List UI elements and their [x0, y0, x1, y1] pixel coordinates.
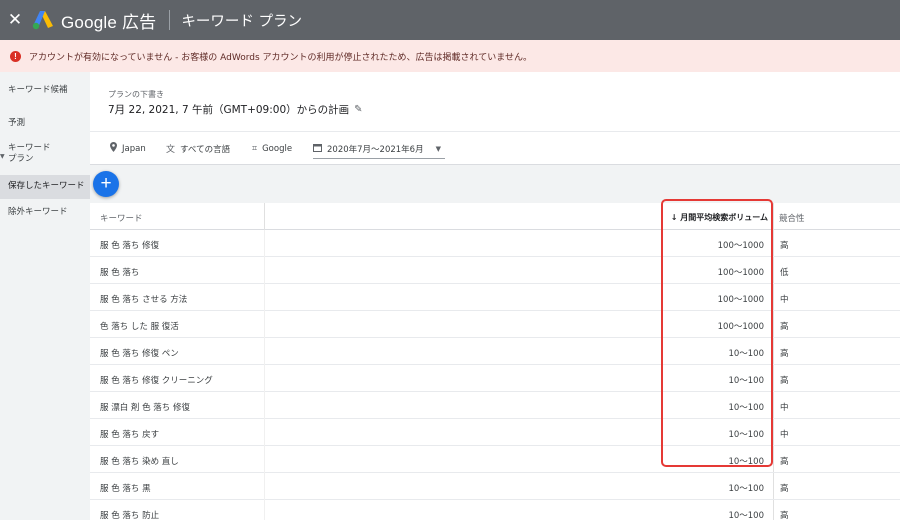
google-ads-logo [32, 10, 54, 30]
title-divider [169, 10, 171, 30]
keyword-table: キーワード ↓ 月間平均検索ボリューム 競合性 服 色 落ち 修復 100～100… [90, 203, 900, 520]
keyword-cell: 服 色 落ち 修復 クリーニング [100, 376, 213, 386]
column-divider [264, 257, 265, 284]
competition-cell: 高 [780, 376, 789, 386]
toolbar-band [90, 165, 900, 203]
keyword-cell: 服 色 落ち 修復 [100, 241, 160, 251]
column-divider [264, 338, 265, 365]
table-row[interactable]: 服 色 落ち 染め 直し 10～100 高 [90, 446, 900, 473]
brand-name: Google 広告 [61, 12, 157, 32]
error-icon: ! [10, 50, 21, 62]
column-divider [264, 284, 265, 311]
volume-cell: 100～1000 [717, 322, 764, 332]
calendar-icon [313, 143, 322, 155]
competition-cell: 低 [780, 268, 789, 278]
table-body: 服 色 落ち 修復 100～1000 高服 色 落ち 100～1000 低服 色 落ち … [90, 230, 900, 520]
table-row[interactable]: 服 色 落ち 防止 10～100 高 [90, 500, 900, 520]
column-divider [264, 230, 265, 257]
competition-cell: 高 [780, 484, 789, 494]
plan-title-row: 7月 22, 2021, 7 午前（GMT+09:00）からの計画 ✎ [108, 102, 363, 117]
competition-cell: 中 [780, 403, 789, 413]
location-pin-icon [110, 142, 117, 155]
table-row[interactable]: 服 色 落ち 100～1000 低 [90, 257, 900, 284]
column-divider [264, 392, 265, 419]
account-alert-banner: ! アカウントが有効になっていません - お客様の AdWords アカウントの… [0, 40, 900, 72]
table-header: キーワード ↓ 月間平均検索ボリューム 競合性 [90, 203, 900, 230]
alert-message: アカウントが有効になっていません - お客様の AdWords アカウントの利用… [29, 52, 532, 63]
plan-title: 7月 22, 2021, 7 午前（GMT+09:00）からの計画 [108, 104, 350, 116]
competition-cell: 中 [780, 430, 789, 440]
column-divider [264, 473, 265, 500]
volume-cell: 10～100 [728, 457, 764, 467]
sidebar-item-keyword-ideas[interactable]: キーワード候補 [0, 85, 90, 96]
keyword-cell: 服 色 落ち 修復 ペン [100, 349, 179, 359]
table-row[interactable]: 服 色 落ち 修復 クリーニング 10～100 高 [90, 365, 900, 392]
edit-pencil-icon[interactable]: ✎ [354, 104, 362, 115]
competition-cell: 高 [780, 457, 789, 467]
network-filter[interactable]: ⌗ Google [252, 132, 292, 165]
competition-cell: 中 [780, 295, 789, 305]
competition-cell: 高 [780, 322, 789, 332]
keyword-cell: 服 色 落ち 戻す [100, 430, 160, 440]
sidebar-item-negative-keywords[interactable]: 除外キーワード [0, 207, 90, 218]
column-header-competition[interactable]: 競合性 [779, 212, 805, 224]
table-row[interactable]: 服 色 落ち 修復 ペン 10～100 高 [90, 338, 900, 365]
date-range-selector[interactable]: 2020年7月～2021年6月 ▼ [313, 139, 445, 159]
competition-cell: 高 [780, 349, 789, 359]
sidebar: キーワード候補 予測 ▼ キーワード プラン 保存したキーワード 除外キーワード [0, 72, 90, 520]
table-row[interactable]: 色 落ち した 服 復活 100～1000 高 [90, 311, 900, 338]
volume-cell: 10～100 [728, 430, 764, 440]
sidebar-item-forecast[interactable]: 予測 [0, 118, 90, 129]
app-bar: ✕ Google 広告 キーワード プラン [0, 0, 900, 40]
page-title: キーワード プラン [181, 13, 302, 30]
keyword-cell: 服 色 落ち [100, 268, 140, 278]
column-divider [264, 203, 265, 230]
volume-cell: 10～100 [728, 376, 764, 386]
column-divider [264, 419, 265, 446]
volume-cell: 100～1000 [717, 268, 764, 278]
table-row[interactable]: 服 漂白 剤 色 落ち 修復 10～100 中 [90, 392, 900, 419]
location-label: Japan [122, 143, 146, 154]
keyword-cell: 服 色 落ち 防止 [100, 511, 160, 520]
sidebar-item-keyword-plan[interactable]: キーワード プラン [0, 143, 90, 165]
volume-cell: 100～1000 [717, 295, 764, 305]
date-range-label: 2020年7月～2021年6月 [327, 144, 424, 155]
language-label: すべての言語 [180, 144, 231, 155]
competition-cell: 高 [780, 241, 789, 251]
keyword-cell: 服 漂白 剤 色 落ち 修復 [100, 403, 191, 413]
keyword-cell: 色 落ち した 服 復活 [100, 322, 179, 332]
plan-header: プランの下書き 7月 22, 2021, 7 午前（GMT+09:00）からの計… [90, 72, 900, 132]
column-header-keyword[interactable]: キーワード [100, 212, 143, 224]
language-filter[interactable]: 文 すべての言語 [166, 132, 230, 165]
volume-cell: 100～1000 [717, 241, 764, 251]
table-row[interactable]: 服 色 落ち 戻す 10～100 中 [90, 419, 900, 446]
dropdown-arrow-icon: ▼ [435, 144, 441, 153]
table-row[interactable]: 服 色 落ち させる 方法 100～1000 中 [90, 284, 900, 311]
column-divider [264, 365, 265, 392]
volume-cell: 10～100 [728, 511, 764, 520]
column-header-monthly-volume[interactable]: ↓ 月間平均検索ボリューム [671, 212, 768, 223]
keyword-cell: 服 色 落ち 染め 直し [100, 457, 179, 467]
close-icon[interactable]: ✕ [2, 0, 28, 40]
column-divider [264, 311, 265, 338]
volume-cell: 10～100 [728, 484, 764, 494]
volume-cell: 10～100 [728, 349, 764, 359]
network-label: Google [262, 143, 293, 154]
table-row[interactable]: 服 色 落ち 黒 10～100 高 [90, 473, 900, 500]
add-keyword-button[interactable]: + [93, 171, 119, 197]
network-icon: ⌗ [252, 143, 258, 154]
column-divider [264, 500, 265, 520]
location-filter[interactable]: Japan [110, 132, 146, 165]
table-row[interactable]: 服 色 落ち 修復 100～1000 高 [90, 230, 900, 257]
filter-bar: Japan 文 すべての言語 ⌗ Google 2020年7月～2021年6月 … [90, 132, 900, 165]
keyword-cell: 服 色 落ち 黒 [100, 484, 151, 494]
column-divider [264, 446, 265, 473]
keyword-cell: 服 色 落ち させる 方法 [100, 295, 188, 305]
translate-icon: 文 [166, 145, 176, 155]
competition-cell: 高 [780, 511, 789, 520]
sidebar-item-saved-keywords[interactable]: 保存したキーワード [0, 175, 90, 199]
volume-cell: 10～100 [728, 403, 764, 413]
plan-subtitle: プランの下書き [108, 90, 164, 99]
